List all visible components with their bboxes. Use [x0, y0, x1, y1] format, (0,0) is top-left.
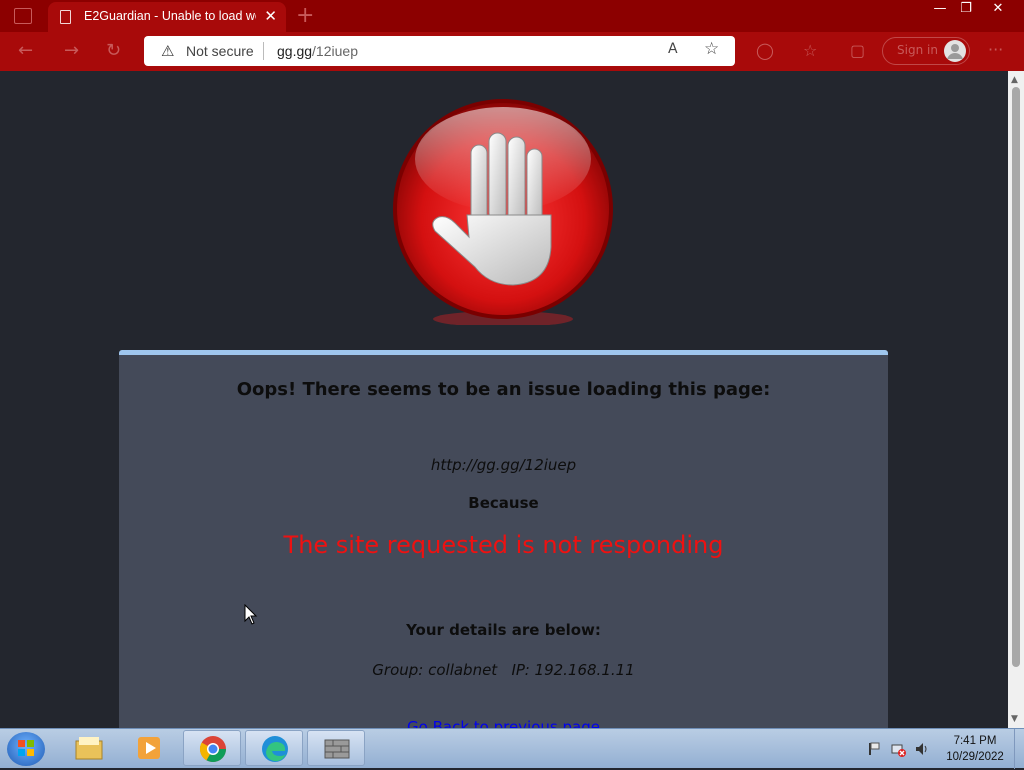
tab-strip: E2Guardian - Unable to load web page ✕ +… — [0, 0, 1024, 32]
new-tab-button[interactable]: + — [296, 3, 314, 28]
maximize-button[interactable]: ❐ — [952, 0, 980, 18]
address-divider — [263, 42, 264, 60]
media-player-icon — [138, 737, 160, 759]
group-ip-details: Group: collabnet IP: 192.168.1.11 — [372, 661, 635, 679]
page-favicon-icon — [60, 10, 71, 24]
scroll-down-icon[interactable]: ▼ — [1011, 714, 1018, 724]
profile-avatar-icon — [944, 40, 966, 62]
clock-date: 10/29/2022 — [946, 751, 1004, 763]
error-heading: Oops! There seems to be an issue loading… — [236, 379, 771, 400]
url-host: gg.gg — [277, 43, 313, 59]
chrome-icon — [199, 736, 227, 763]
because-label: Because — [468, 494, 539, 512]
start-button[interactable] — [7, 732, 45, 766]
stop-hand-icon — [393, 99, 613, 325]
tab-e2guardian[interactable]: E2Guardian - Unable to load web page ✕ — [48, 2, 286, 32]
browser-chrome: E2Guardian - Unable to load web page ✕ +… — [0, 0, 1024, 71]
back-arrow-icon[interactable]: ← — [18, 40, 33, 61]
security-label[interactable]: Not secure — [186, 43, 254, 59]
url-text[interactable]: gg.gg/12iuep — [277, 43, 358, 59]
minimize-button[interactable]: — — [926, 0, 954, 18]
error-reason: The site requested is not responding — [283, 531, 724, 559]
mouse-cursor-icon — [244, 604, 258, 625]
action-center-flag-icon[interactable] — [866, 741, 882, 757]
page-content: Oops! There seems to be an issue loading… — [0, 71, 1008, 728]
sign-in-button[interactable]: Sign in — [882, 37, 970, 65]
sign-in-label: Sign in — [897, 43, 938, 57]
taskbar-chrome[interactable] — [183, 730, 241, 766]
edge-icon — [262, 736, 288, 762]
file-explorer-icon — [75, 737, 103, 760]
windows-logo-icon — [18, 740, 34, 756]
settings-menu-icon[interactable]: ··· — [988, 40, 1003, 59]
network-disconnected-icon[interactable] — [890, 741, 906, 757]
taskbar-clock[interactable]: 7:41 PM 10/29/2022 — [940, 733, 1010, 765]
favorites-icon[interactable]: ☆ — [803, 41, 817, 60]
window-close-button[interactable]: ✕ — [980, 0, 1016, 18]
tab-close-icon[interactable]: ✕ — [264, 7, 277, 25]
volume-icon[interactable] — [914, 741, 930, 757]
error-panel: Oops! There seems to be an issue loading… — [119, 350, 888, 728]
read-aloud-icon[interactable]: A — [668, 41, 678, 57]
add-favorite-icon[interactable]: ☆ — [704, 39, 719, 59]
details-heading: Your details are below: — [406, 621, 601, 639]
collections-icon[interactable]: ▢ — [850, 41, 865, 60]
forward-arrow-icon[interactable]: → — [64, 40, 79, 61]
go-back-link[interactable]: Go Back to previous page — [119, 718, 888, 728]
address-bar[interactable]: ⚠ Not secure gg.gg/12iuep A ☆ — [144, 36, 735, 66]
scroll-up-icon[interactable]: ▲ — [1011, 75, 1018, 85]
warning-triangle-icon[interactable]: ⚠ — [161, 42, 174, 60]
requested-url: http://gg.gg/12iuep — [430, 456, 577, 474]
scroll-thumb[interactable] — [1012, 87, 1020, 667]
taskbar-file-explorer[interactable] — [60, 730, 118, 766]
taskbar: 7:41 PM 10/29/2022 — [0, 728, 1024, 769]
extensions-icon[interactable]: ◯ — [756, 41, 774, 60]
clock-time: 7:41 PM — [953, 735, 997, 747]
page-scrollbar[interactable]: ▲ ▼ — [1008, 71, 1024, 728]
tab-actions-icon[interactable] — [14, 8, 32, 24]
taskbar-media-player[interactable] — [120, 730, 178, 766]
firewall-app-icon — [324, 739, 350, 759]
refresh-icon[interactable]: ↻ — [106, 40, 121, 61]
taskbar-edge[interactable] — [245, 730, 303, 766]
taskbar-firewall-app[interactable] — [307, 730, 365, 766]
show-desktop-button[interactable] — [1014, 729, 1024, 769]
tab-title: E2Guardian - Unable to load web page — [84, 9, 256, 23]
url-path: /12iuep — [312, 43, 358, 59]
